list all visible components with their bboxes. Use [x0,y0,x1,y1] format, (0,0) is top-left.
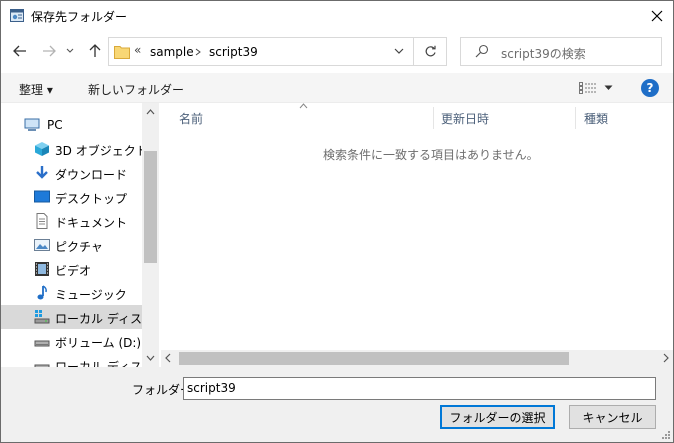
address-bar[interactable]: « sample script39 [108,37,414,66]
3d-objects-icon [35,142,49,156]
save-folder-dialog: 保存先フォルダー « sample script39 script39の検索 整… [0,0,674,443]
dialog-app-icon [10,9,24,22]
nav-item-label: ボリューム (D:) [55,336,142,350]
nav-item-documents[interactable]: ドキュメント [1,209,142,233]
nav-item-volume-d[interactable]: ボリューム (D:) [1,329,142,353]
chevron-right-icon [195,48,201,56]
desktop-icon [34,190,50,203]
column-header-modified[interactable]: 更新日時 [441,110,489,127]
nav-item-local-disk-c[interactable]: ローカル ディスク (C [1,305,159,329]
document-icon [36,213,48,229]
forward-button[interactable] [38,39,60,63]
nav-item-label: PC [47,118,63,132]
dialog-footer: フォルダー: script39 フォルダーの選択 キャンセル [1,367,673,442]
scroll-down-arrow-icon[interactable] [146,355,155,361]
scrollbar-thumb[interactable] [144,151,157,263]
new-folder-button[interactable]: 新しいフォルダー [88,81,184,98]
nav-item-label: ミュージック [55,288,127,302]
resize-grip-icon[interactable] [661,430,671,440]
scroll-left-arrow-icon[interactable] [165,353,171,363]
nav-item-label: ピクチャ [55,240,103,254]
nav-item-music[interactable]: ミュージック [1,281,142,305]
drive-icon [34,364,50,367]
download-icon [36,166,48,179]
nav-item-desktop[interactable]: デスクトップ [1,185,142,209]
scroll-up-arrow-icon[interactable] [146,109,155,115]
title-bar: 保存先フォルダー [1,1,673,31]
nav-item-3d-objects[interactable]: 3D オブジェクト [1,137,148,161]
scrollbar-thumb[interactable] [179,352,569,365]
nav-item-label: ビデオ [55,264,92,278]
local-disk-icon [34,310,50,324]
arrow-right-icon [43,45,56,57]
back-button[interactable] [9,39,31,63]
column-divider[interactable] [575,107,576,129]
column-header-name[interactable]: 名前 [179,110,203,127]
pictures-icon [34,239,50,251]
sort-ascending-icon [299,103,308,109]
nav-item-downloads[interactable]: ダウンロード [1,161,142,185]
scroll-right-arrow-icon[interactable] [663,353,669,363]
nav-item-label: ドキュメント [55,216,128,230]
column-headers: 名前 更新日時 種類 [161,103,673,131]
select-folder-button[interactable]: フォルダーの選択 [440,405,555,429]
nav-item-videos[interactable]: ビデオ [1,257,142,281]
search-placeholder[interactable]: script39の検索 [501,45,586,62]
close-icon [651,10,663,22]
breadcrumb-script39[interactable]: script39 [209,45,258,59]
chevron-down-icon[interactable] [604,85,613,91]
column-divider[interactable] [433,107,434,129]
chevron-down-icon[interactable] [393,45,405,57]
music-icon [37,285,47,300]
empty-folder-message: 検索条件に一致する項目はありません。 [323,148,539,162]
refresh-button[interactable] [414,37,447,66]
breadcrumb-overflow[interactable]: « [134,43,141,57]
cancel-button[interactable]: キャンセル [569,405,656,429]
navigation-scrollbar[interactable] [142,103,159,367]
arrow-up-icon [89,44,101,57]
nav-item-label: デスクトップ [55,192,128,206]
dialog-title: 保存先フォルダー [31,10,128,24]
nav-item-pc[interactable]: PC [1,113,142,137]
nav-item-label: 3D オブジェクト [55,144,148,158]
file-list-scrollbar[interactable] [161,350,673,367]
navigation-pane: PC 3D オブジェクト ダウンロード デスクトップ ドキュメント ピクチャ ビ… [1,103,159,367]
up-button[interactable] [84,39,106,63]
command-bar: 整理 ▾ 新しいフォルダー ? [1,73,673,103]
nav-item-pictures[interactable]: ピクチャ [1,233,142,257]
nav-item-local-disk-e[interactable]: ローカル ディスク (E [1,353,159,367]
search-icon [475,44,489,58]
arrow-left-icon [13,45,26,57]
folder-icon [114,46,130,59]
column-header-type[interactable]: 種類 [584,110,608,127]
video-icon [35,262,49,276]
help-icon[interactable]: ? [641,79,659,97]
recent-locations-button[interactable] [63,39,77,63]
close-button[interactable] [641,1,673,31]
breadcrumb-sample[interactable]: sample [150,45,194,59]
chevron-down-icon [66,48,74,53]
search-box[interactable]: script39の検索 [460,37,662,66]
nav-item-label: ダウンロード [55,168,128,182]
organize-button[interactable]: 整理 ▾ [19,81,53,98]
drive-icon [34,340,50,347]
folder-name-input[interactable]: script39 [183,377,656,400]
view-options-icon[interactable] [579,82,597,94]
refresh-icon [425,45,436,57]
pc-icon [24,118,40,131]
